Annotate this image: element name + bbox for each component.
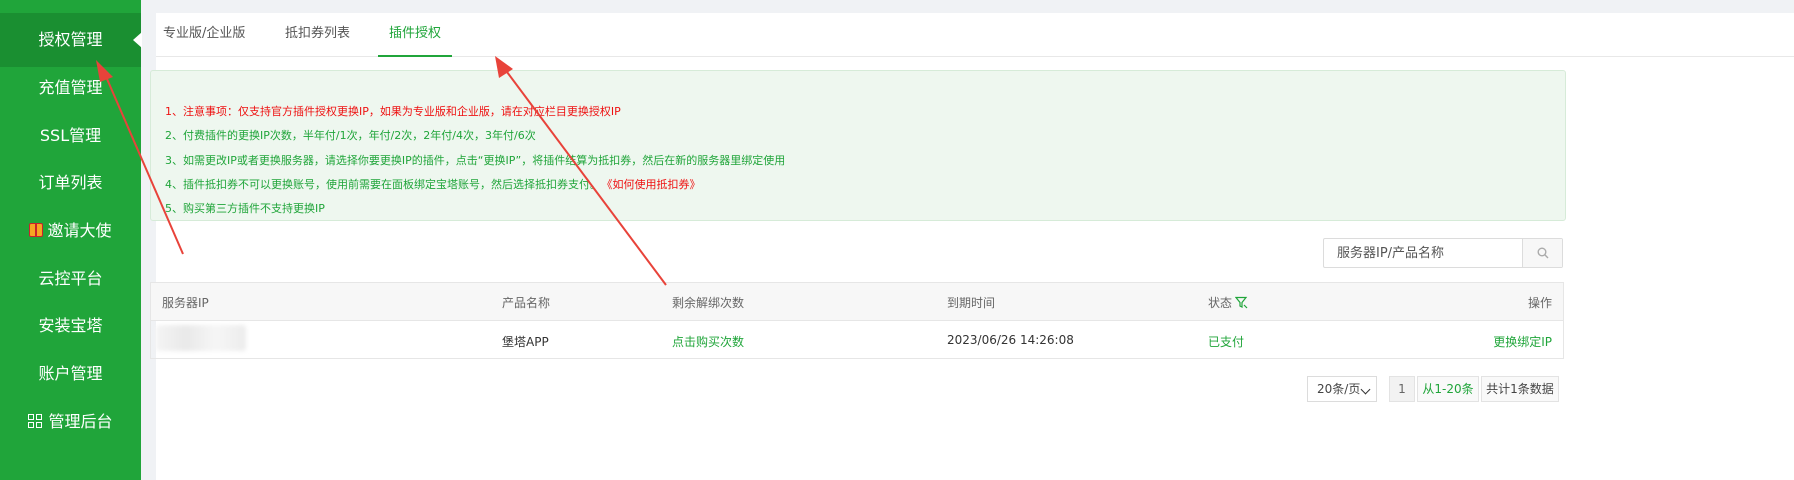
sidebar-item-cloud-control[interactable]: 云控平台	[0, 252, 141, 306]
chevron-down-icon	[1360, 384, 1371, 395]
coupon-help-link[interactable]: 《如何使用抵扣券》	[607, 178, 701, 191]
sidebar-item-label: 云控平台	[38, 269, 103, 288]
page-range[interactable]: 从1-20条	[1417, 376, 1479, 402]
search-box	[1323, 238, 1563, 268]
page-number-current[interactable]: 1	[1389, 376, 1415, 402]
sidebar-item-label: 账户管理	[38, 364, 103, 383]
sidebar-item-label: 管理后台	[48, 412, 113, 431]
sidebar-item-admin[interactable]: 管理后台	[0, 395, 141, 449]
notice-box: 1、注意事项：仅支持官方插件授权更换IP，如果为专业版和企业版，请在对应栏目更换…	[150, 70, 1566, 221]
sidebar-item-label: 邀请大使	[47, 221, 112, 240]
table-header: 服务器IP 产品名称 剩余解绑次数 到期时间 状态 操作	[151, 283, 1563, 321]
expire-time: 2023/06/26 14:26:08	[947, 333, 1074, 347]
sidebar-item-install[interactable]: 安装宝塔	[0, 299, 141, 353]
column-header-server-ip: 服务器IP	[162, 296, 209, 310]
change-binding-ip-link[interactable]: 更换绑定IP	[1493, 333, 1552, 350]
notice-line: 5、购买第三方插件不支持更换IP	[165, 202, 325, 215]
plugin-table: 服务器IP 产品名称 剩余解绑次数 到期时间 状态 操作 堡塔APP 点击购买次…	[150, 282, 1564, 359]
sidebar-item-invite[interactable]: 邀请大使	[0, 204, 141, 258]
main-panel: 专业版/企业版 抵扣券列表 插件授权 1、注意事项：仅支持官方插件授权更换IP，…	[150, 13, 1794, 480]
buy-unbind-times-link[interactable]: 点击购买次数	[672, 333, 744, 350]
sidebar-item-label: 订单列表	[38, 173, 103, 192]
sidebar-item-label: SSL管理	[39, 126, 102, 145]
column-header-status-label: 状态	[1208, 296, 1233, 310]
server-ip-redacted	[156, 325, 246, 351]
sidebar-item-label: 授权管理	[38, 30, 103, 49]
page-size-label: 20条/页	[1317, 382, 1361, 396]
grid-icon	[28, 414, 43, 429]
tab-pro-enterprise[interactable]: 专业版/企业版	[163, 13, 245, 55]
sidebar-item-label: 充值管理	[38, 78, 103, 97]
page-size-select[interactable]: 20条/页	[1307, 376, 1377, 402]
gift-icon	[29, 223, 44, 237]
product-name: 堡塔APP	[502, 335, 549, 349]
status-badge: 已支付	[1208, 335, 1245, 349]
column-header-status: 状态	[1208, 294, 1248, 311]
sidebar-item-account[interactable]: 账户管理	[0, 347, 141, 401]
column-header-unbind-count: 剩余解绑次数	[672, 296, 745, 310]
notice-text: 4、插件抵扣券不可以更换账号，使用前需要在面板绑定宝塔账号，然后选择抵扣券支付。	[165, 178, 601, 191]
column-header-product: 产品名称	[502, 296, 551, 310]
column-header-action: 操作	[1527, 296, 1552, 310]
notice-line: 2、付费插件的更换IP次数，半年付/1次，年付/2次，2年付/4次，3年付/6次	[165, 129, 536, 142]
notice-line: 1、注意事项：仅支持官方插件授权更换IP，如果为专业版和企业版，请在对应栏目更换…	[165, 105, 621, 118]
search-icon	[1537, 247, 1549, 259]
search-input[interactable]	[1324, 239, 1523, 267]
tab-plugin-authorization[interactable]: 插件授权	[378, 13, 452, 57]
column-header-expire: 到期时间	[947, 296, 996, 310]
tab-bar: 专业版/企业版 抵扣券列表 插件授权	[156, 13, 1794, 57]
notice-line: 4、插件抵扣券不可以更换账号，使用前需要在面板绑定宝塔账号，然后选择抵扣券支付。…	[165, 176, 701, 192]
sidebar-item-orders[interactable]: 订单列表	[0, 156, 141, 210]
total-count: 共计1条数据	[1481, 376, 1559, 402]
sidebar-item-label: 安装宝塔	[38, 316, 103, 335]
search-button[interactable]	[1522, 239, 1562, 267]
sidebar: 授权管理 充值管理 SSL管理 订单列表 邀请大使 云控平台 安装宝塔 账户管理…	[0, 0, 142, 480]
tab-coupon-list[interactable]: 抵扣券列表	[285, 13, 350, 55]
notice-line: 3、如需更改IP或者更换服务器，请选择你要更换IP的插件，点击“更换IP”，将插…	[165, 154, 786, 167]
sidebar-item-authorization[interactable]: 授权管理	[0, 13, 142, 67]
filter-icon[interactable]	[1235, 296, 1248, 309]
sidebar-item-recharge[interactable]: 充值管理	[0, 61, 141, 115]
sidebar-item-ssl[interactable]: SSL管理	[0, 109, 141, 163]
